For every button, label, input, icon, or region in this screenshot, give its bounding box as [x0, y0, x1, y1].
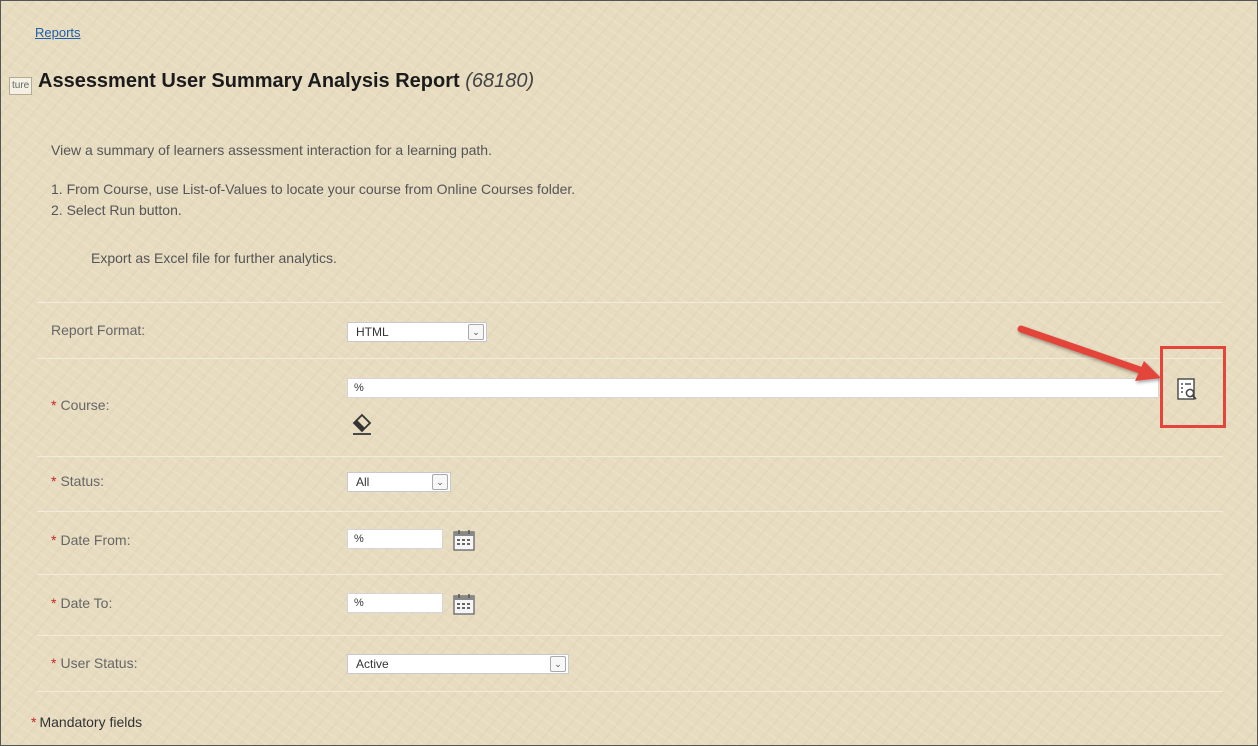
- divider: [37, 456, 1223, 457]
- export-note: Export as Excel file for further analyti…: [91, 250, 337, 266]
- date-to-label-text: Date To:: [60, 595, 113, 611]
- page-title-text: Assessment User Summary Analysis Report: [38, 70, 460, 92]
- required-marker: *: [51, 397, 57, 413]
- status-value: All: [356, 475, 370, 489]
- chevron-down-icon: ⌄: [550, 656, 566, 672]
- divider: [37, 574, 1223, 575]
- status-select[interactable]: All ⌄: [347, 472, 451, 492]
- divider: [37, 635, 1223, 636]
- date-from-label-text: Date From:: [60, 532, 131, 548]
- eraser-icon[interactable]: [350, 412, 374, 436]
- breadcrumb-reports-link[interactable]: Reports: [35, 25, 81, 40]
- required-marker: *: [51, 595, 57, 611]
- required-marker: *: [51, 473, 57, 489]
- date-from-input[interactable]: [347, 529, 443, 549]
- report-id: (68180): [465, 70, 535, 92]
- chevron-down-icon: ⌄: [468, 324, 484, 340]
- instruction-steps: 1. From Course, use List-of-Values to lo…: [51, 179, 575, 221]
- user-status-label: * User Status:: [51, 655, 137, 671]
- annotation-highlight-box: [1160, 346, 1226, 428]
- calendar-icon[interactable]: [452, 528, 476, 552]
- user-status-value: Active: [356, 657, 389, 671]
- calendar-icon[interactable]: [452, 592, 476, 616]
- user-status-label-text: User Status:: [60, 655, 138, 671]
- feature-tab[interactable]: ture: [9, 77, 33, 95]
- status-label: * Status:: [51, 473, 104, 489]
- report-format-label: Report Format:: [51, 322, 146, 338]
- mandatory-fields-text: Mandatory fields: [39, 714, 143, 730]
- mandatory-fields-note: * Mandatory fields: [31, 714, 142, 730]
- report-description: View a summary of learners assessment in…: [51, 142, 492, 158]
- report-format-select[interactable]: HTML ⌄: [347, 322, 487, 342]
- required-marker: *: [51, 655, 57, 671]
- page-title: Assessment User Summary Analysis Report …: [38, 70, 534, 93]
- divider: [37, 691, 1223, 692]
- divider: [37, 511, 1223, 512]
- course-label: * Course:: [51, 397, 109, 413]
- annotation-arrow: [1017, 325, 1161, 381]
- required-marker: *: [31, 714, 37, 730]
- course-label-text: Course:: [60, 397, 110, 413]
- user-status-select[interactable]: Active ⌄: [347, 654, 569, 674]
- instruction-step: 2. Select Run button.: [51, 202, 182, 218]
- report-format-value: HTML: [356, 325, 389, 339]
- date-from-label: * Date From:: [51, 532, 130, 548]
- required-marker: *: [51, 532, 57, 548]
- chevron-down-icon: ⌄: [432, 474, 448, 490]
- status-label-text: Status:: [60, 473, 105, 489]
- date-to-label: * Date To:: [51, 595, 112, 611]
- instruction-step: 1. From Course, use List-of-Values to lo…: [51, 181, 576, 197]
- date-to-input[interactable]: [347, 593, 443, 613]
- divider: [37, 302, 1223, 303]
